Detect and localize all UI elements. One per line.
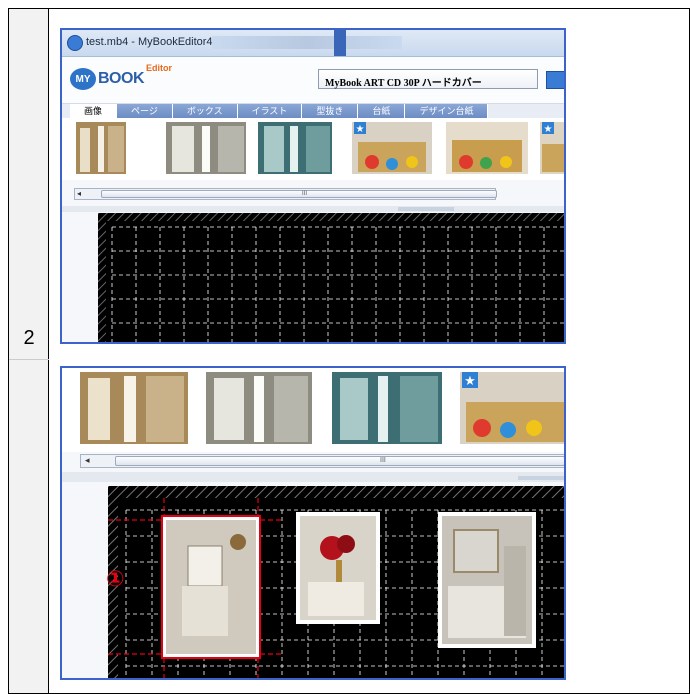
step-number: 2	[23, 327, 35, 349]
scroll-left-icon[interactable]: ◂	[85, 455, 90, 466]
tab-1[interactable]: ページ	[117, 104, 173, 118]
tab-4[interactable]: 型抜き	[302, 104, 359, 118]
logo-editor: Editor	[146, 63, 172, 73]
annotation-marker: ①	[106, 567, 125, 592]
logo-book: BOOK	[98, 70, 145, 87]
titlebar-highlight	[334, 30, 346, 56]
window-titlebar: test.mb4 - MyBookEditor4	[62, 30, 564, 57]
tab-bar: 画像 ページ ボックス イラスト 型抜き 台紙 デザイン台紙	[62, 104, 564, 118]
thumbnail-images-zoomed: ★	[80, 372, 566, 444]
app-header: MY BOOK Editor MyBook ART CD 30P ハードカバー	[62, 57, 564, 104]
editor-screenshot-bottom: ★ ◂ III	[60, 366, 566, 680]
thumbnail-strip-zoomed: ★	[62, 368, 566, 452]
scroll-grip: III	[380, 457, 386, 464]
page-canvas-top[interactable]	[98, 213, 564, 342]
thumbnail-toys-favorite[interactable]: ★	[352, 122, 432, 174]
titlebar-blur	[212, 36, 402, 49]
thumbnail-teal-room[interactable]	[258, 122, 332, 174]
panel-splitter-zoomed[interactable]	[62, 472, 564, 482]
tab-5[interactable]: 台紙	[358, 104, 406, 118]
svg-text:★: ★	[356, 124, 365, 135]
photo-frame-mirror[interactable]	[438, 512, 536, 648]
thumbnail-images: ★ ★	[76, 122, 566, 174]
thumbnail-warm-room[interactable]	[76, 122, 126, 174]
splitter-handle[interactable]	[398, 207, 454, 211]
panel-splitter[interactable]	[62, 206, 564, 212]
scroll-grip: III	[302, 191, 308, 197]
svg-text:★: ★	[544, 124, 553, 135]
canvas-grid-zoomed	[108, 486, 564, 678]
thumbnail-scrollbar-zoomed[interactable]: ◂ III	[80, 454, 564, 468]
tab-6[interactable]: デザイン台紙	[405, 104, 489, 118]
book-icon[interactable]	[546, 71, 564, 89]
step-divider	[9, 359, 49, 360]
thumbnail-grey-room[interactable]	[166, 122, 246, 174]
product-select[interactable]: MyBook ART CD 30P ハードカバー	[318, 69, 538, 89]
tab-3[interactable]: イラスト	[237, 104, 303, 118]
editor-screenshot-top: test.mb4 - MyBookEditor4 MY BOOK Editor …	[60, 28, 566, 344]
thumbnail-toys-partial[interactable]: ★	[540, 122, 566, 174]
thumbnail-grey-room[interactable]	[206, 372, 312, 444]
thumbnail-scrollbar[interactable]: ◂ III	[74, 188, 497, 200]
scroll-left-icon[interactable]: ◂	[77, 189, 81, 198]
window-title: test.mb4 - MyBookEditor4	[86, 36, 213, 48]
splitter-handle[interactable]	[518, 476, 564, 480]
mybook-logo: MY BOOK Editor	[70, 63, 172, 93]
page-canvas-bottom[interactable]	[108, 486, 564, 678]
app-icon	[67, 35, 83, 51]
photo-frame-selected[interactable]	[161, 515, 261, 659]
svg-text:★: ★	[464, 373, 476, 388]
thumbnail-toys-favorite[interactable]: ★	[460, 372, 566, 444]
thumbnail-warm-room[interactable]	[80, 372, 188, 444]
scroll-thumb[interactable]: III	[101, 190, 497, 198]
thumbnail-toys[interactable]	[446, 122, 528, 174]
photo-frame-roses[interactable]	[296, 512, 380, 624]
scroll-thumb[interactable]: III	[115, 456, 564, 466]
thumbnail-strip: ★ ★	[62, 118, 564, 180]
tab-2[interactable]: ボックス	[172, 104, 238, 118]
thumbnail-teal-room[interactable]	[332, 372, 442, 444]
logo-mark: MY	[70, 68, 96, 90]
canvas-grid	[98, 213, 564, 342]
tab-0[interactable]: 画像	[70, 104, 118, 118]
step-column: 2	[9, 9, 49, 693]
